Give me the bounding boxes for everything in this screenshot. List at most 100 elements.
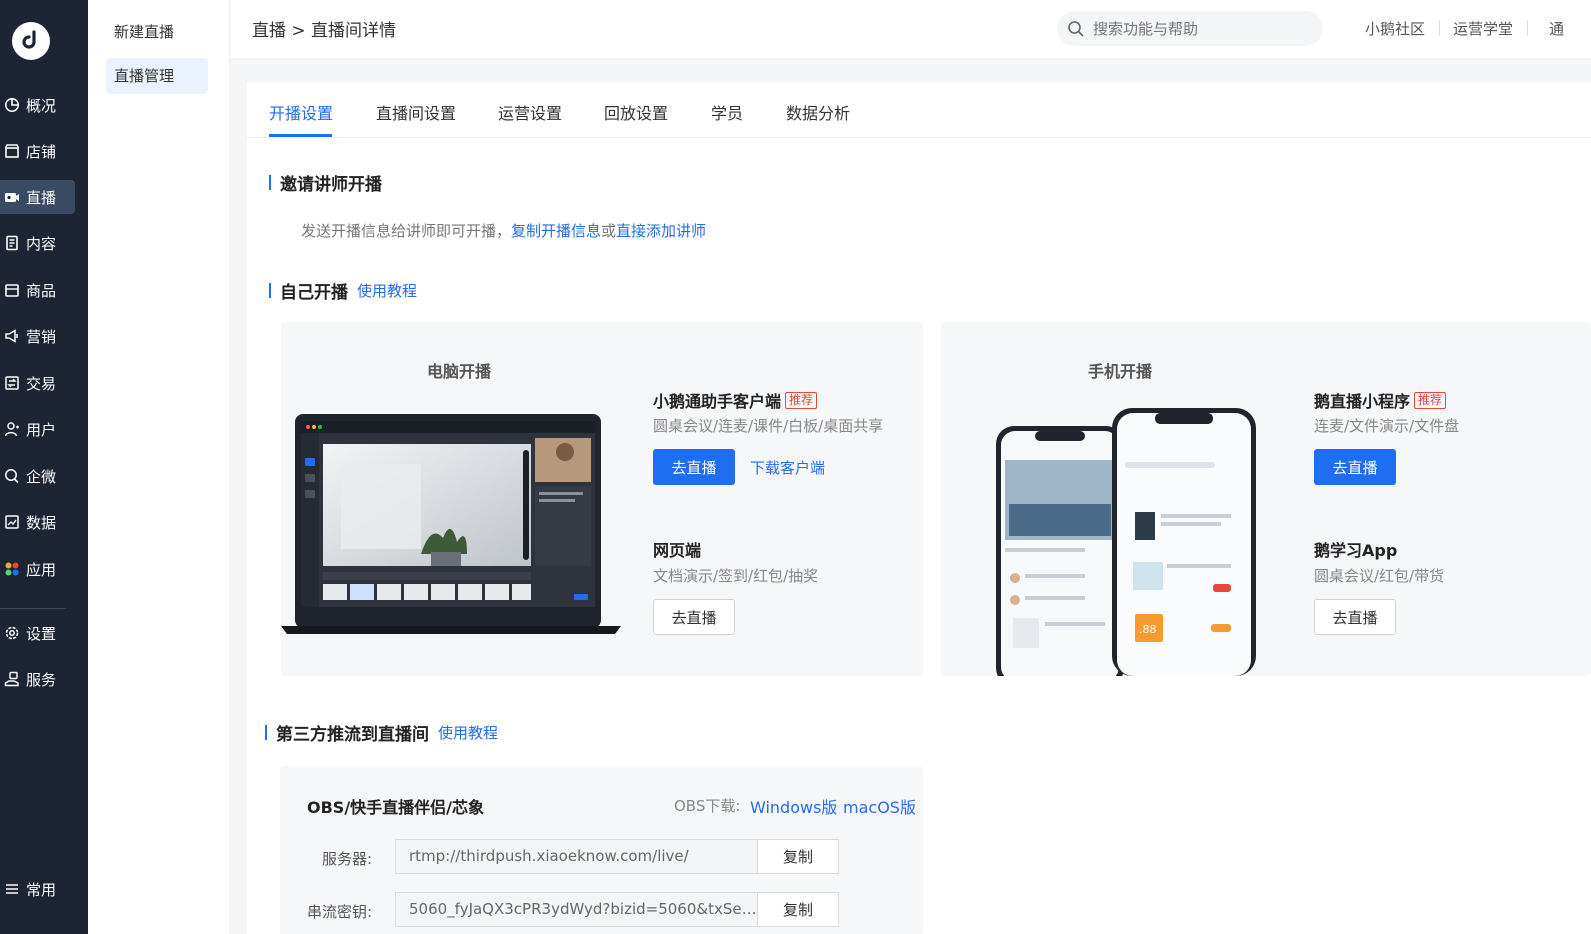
sidebar-item-wecom[interactable]: 企微 (0, 459, 75, 493)
chart-pie-icon (5, 98, 19, 112)
obs-push-card: OBS/快手直播伴侣/芯象 OBS下载: Windows版 macOS版 服务器… (280, 766, 923, 934)
logo-icon (22, 30, 36, 49)
tab-operation-settings[interactable]: 运营设置 (498, 100, 562, 124)
gear-icon (5, 626, 19, 640)
list-icon (6, 884, 18, 894)
add-lecturer-link[interactable]: 直接添加讲师 (616, 222, 706, 240)
search-icon (1068, 20, 1084, 37)
section-marker (265, 725, 267, 740)
sidebar-item-service[interactable]: 服务 (0, 662, 75, 696)
section-title-third-party: 第三方推流到直播间 使用教程 (265, 720, 498, 745)
sidebar-item-label: 数据 (26, 513, 57, 532)
subnav-item-live-manage[interactable]: 直播管理 (106, 58, 208, 94)
mini-program-go-live-button[interactable]: 去直播 (1314, 449, 1396, 485)
top-link-more[interactable]: 通 (1549, 18, 1564, 39)
exchange-icon (5, 376, 19, 390)
tab-start-settings[interactable]: 开播设置 (269, 100, 333, 124)
sidebar-item-users[interactable]: 用户 (0, 412, 75, 446)
section-title-text: 邀请讲师开播 (280, 175, 382, 195)
sidebar-item-apps[interactable]: 应用 (0, 552, 75, 586)
sidebar-item-label: 商品 (26, 281, 57, 300)
sidebar-item-content[interactable]: 内容 (0, 226, 75, 260)
server-label: 服务器: (322, 850, 373, 868)
sidebar-item-trade[interactable]: 交易 (0, 366, 75, 400)
copy-live-info-link[interactable]: 复制开播信息 (511, 222, 601, 240)
learning-app-go-live-button[interactable]: 去直播 (1314, 599, 1396, 635)
client-go-live-button[interactable]: 去直播 (653, 449, 735, 485)
sidebar-divider (0, 608, 66, 609)
brand-logo[interactable] (12, 22, 50, 60)
client-app-name: 小鹅通助手客户端 推荐 (653, 388, 818, 412)
sidebar-item-label: 常用 (26, 880, 57, 899)
search-box[interactable] (1057, 11, 1323, 46)
subnav-item-new-live[interactable]: 新建直播 (106, 14, 208, 50)
sidebar-item-store[interactable]: 店铺 (0, 134, 75, 168)
third-party-tutorial-link[interactable]: 使用教程 (438, 722, 498, 743)
mobile-live-card: 手机开播 .88 鹅直播小程序 推荐 连麦/文件演示/文件盘 去直播 鹅学习Ap… (941, 322, 1591, 676)
user-icon (4, 422, 19, 437)
sidebar-item-common[interactable]: 常用 (0, 872, 75, 906)
web-go-live-button[interactable]: 去直播 (653, 599, 735, 635)
stream-key-field[interactable]: 5060_fyJaQX3cPR3ydWyd?bizid=5060&txSecre… (395, 892, 758, 927)
web-live-desc: 文档演示/签到/红包/抽奖 (653, 567, 819, 585)
store-icon (4, 144, 20, 158)
sidebar-item-products[interactable]: 商品 (0, 273, 75, 307)
learning-app-name: 鹅学习App (1314, 541, 1398, 560)
data-chart-icon (5, 515, 19, 529)
sidebar-item-settings[interactable]: 设置 (0, 616, 75, 650)
tab-data-analysis[interactable]: 数据分析 (786, 100, 850, 124)
top-link-divider (1527, 20, 1528, 36)
sidebar-item-label: 企微 (26, 467, 57, 486)
section-title-invite: 邀请讲师开播 (269, 170, 382, 195)
section-title-self-live: 自己开播 使用教程 (269, 278, 417, 303)
primary-sidebar: 概况 店铺 直播 内容 商品 营销 交易 用户 企微 数据 应用 设置 服务 常… (0, 0, 88, 934)
sidebar-item-label: 设置 (26, 624, 57, 643)
section-title-text: 第三方推流到直播间 (276, 725, 429, 745)
mini-program-name: 鹅直播小程序 推荐 (1314, 388, 1447, 412)
main-content: 开播设置 直播间设置 运营设置 回放设置 学员 数据分析 邀请讲师开播 发送开播… (230, 58, 1591, 934)
obs-card-title: OBS/快手直播伴侣/芯象 (307, 798, 485, 817)
invite-desc-or: 或 (601, 222, 617, 240)
client-app-name-text: 小鹅通助手客户端 (653, 392, 782, 411)
server-url-field[interactable]: rtmp://thirdpush.xiaoeknow.com/live/ (395, 839, 758, 874)
sidebar-item-label: 概况 (26, 96, 57, 115)
tab-bar: 开播设置 直播间设置 运营设置 回放设置 学员 数据分析 (247, 82, 1591, 138)
obs-download-label: OBS下载: (674, 797, 741, 815)
sidebar-item-label: 店铺 (26, 142, 57, 161)
phones-illustration: .88 (996, 408, 1256, 676)
svg-text:.88: .88 (1139, 623, 1157, 636)
sidebar-item-label: 直播 (26, 188, 57, 207)
obs-macos-link[interactable]: macOS版 (843, 794, 916, 818)
download-client-link[interactable]: 下载客户端 (750, 457, 825, 478)
copy-stream-key-button[interactable]: 复制 (757, 892, 839, 927)
sidebar-item-marketing[interactable]: 营销 (0, 319, 75, 353)
breadcrumb: 直播 > 直播间详情 (252, 21, 397, 41)
tab-students[interactable]: 学员 (711, 100, 743, 124)
laptop-illustration (281, 414, 621, 634)
top-link-academy[interactable]: 运营学堂 (1453, 18, 1513, 39)
learning-app-desc: 圆桌会议/红包/带货 (1314, 567, 1445, 585)
tab-room-settings[interactable]: 直播间设置 (376, 100, 456, 124)
self-live-tutorial-link[interactable]: 使用教程 (357, 280, 417, 301)
section-marker (269, 283, 271, 298)
sidebar-item-data[interactable]: 数据 (0, 505, 75, 539)
recommend-badge: 推荐 (785, 391, 818, 409)
sidebar-item-label: 交易 (26, 374, 57, 393)
box-icon (5, 284, 19, 297)
copy-server-button[interactable]: 复制 (757, 839, 839, 874)
sidebar-item-overview[interactable]: 概况 (0, 88, 75, 122)
mobile-live-title: 手机开播 (1088, 362, 1153, 381)
search-input[interactable] (1093, 19, 1303, 38)
obs-windows-link[interactable]: Windows版 (750, 794, 837, 818)
sidebar-item-label: 营销 (26, 327, 57, 346)
sidebar-item-live[interactable]: 直播 (0, 180, 75, 214)
client-app-desc: 圆桌会议/连麦/课件/白板/桌面共享 (653, 417, 884, 435)
top-link-divider (1439, 20, 1440, 36)
live-settings-panel: 开播设置 直播间设置 运营设置 回放设置 学员 数据分析 邀请讲师开播 发送开播… (247, 82, 1591, 934)
top-link-community[interactable]: 小鹅社区 (1365, 18, 1425, 39)
sidebar-item-label: 内容 (26, 234, 57, 253)
mini-program-name-text: 鹅直播小程序 (1314, 392, 1411, 411)
megaphone-icon (5, 329, 18, 343)
pc-live-card: 电脑开播 小鹅通助手客户端 推荐 圆桌会议/连麦/课件/白板/桌面共享 去直播 … (281, 322, 923, 676)
tab-replay-settings[interactable]: 回放设置 (604, 100, 668, 124)
